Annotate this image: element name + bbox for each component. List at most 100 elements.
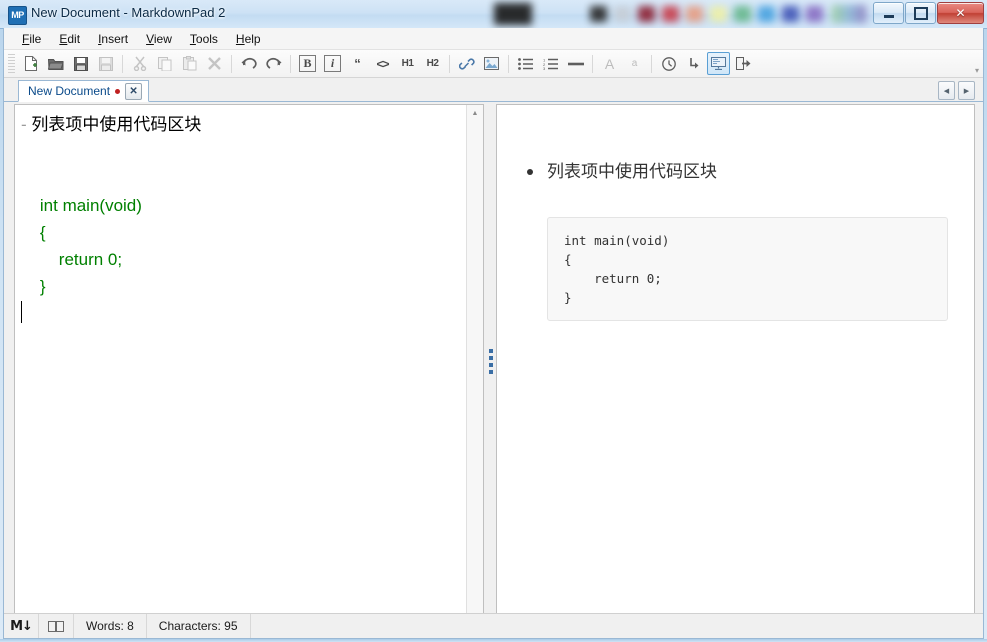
insert-image-button[interactable] [480, 52, 503, 75]
text-caret [21, 301, 22, 323]
blockquote-button[interactable]: “ [346, 52, 369, 75]
svg-text:3: 3 [543, 66, 546, 70]
tab-close-icon[interactable]: ✕ [125, 82, 143, 100]
menu-rest-file: ile [29, 31, 42, 46]
live-preview-button[interactable] [707, 52, 730, 75]
menu-rest-insert: nsert [101, 31, 129, 46]
restore-button[interactable] [905, 2, 936, 24]
save-button[interactable] [69, 52, 92, 75]
editor-line-4: { [21, 223, 46, 242]
menu-item-help[interactable]: Help [227, 29, 270, 49]
decrease-font-icon: a [631, 58, 638, 69]
insert-link-button[interactable] [455, 52, 478, 75]
editor-line-3: int main(void) [21, 196, 142, 215]
pane-splitter[interactable] [486, 104, 496, 632]
toolbar-separator-4 [449, 54, 450, 73]
chevron-right-icon: ▶ [963, 87, 970, 95]
editor-scrollbar[interactable]: ▲ ▼ [466, 105, 483, 631]
bold-button[interactable]: B [296, 52, 319, 75]
chevron-left-icon: ◀ [943, 87, 950, 95]
inline-code-button[interactable]: <> [371, 52, 394, 75]
live-preview-pane[interactable]: 列表项中使用代码区块 int main(void) { return 0; } [496, 104, 975, 632]
menu-rest-view: iew [153, 31, 172, 46]
swatch-4 [686, 6, 703, 22]
bullet-icon [527, 169, 533, 175]
insert-time-button[interactable] [657, 52, 680, 75]
toolbar-overflow-button[interactable]: ▾ [975, 66, 979, 75]
menu-accel-help: H [235, 31, 245, 46]
decrease-font-button: a [623, 52, 646, 75]
editor-line-2 [21, 165, 463, 192]
heading2-button[interactable]: H2 [421, 52, 444, 75]
open-document-button[interactable] [44, 52, 67, 75]
delete-button [203, 52, 226, 75]
editor-text[interactable]: - 列表项中使用代码区块 int main(void) { return 0; … [21, 111, 463, 327]
undo-button[interactable] [237, 52, 260, 75]
redo-button[interactable] [262, 52, 285, 75]
splitter-grip-icon[interactable] [489, 349, 493, 374]
character-count-label: Characters: 95 [147, 614, 251, 638]
menu-item-insert[interactable]: Insert [89, 29, 137, 49]
bullet-list-button[interactable] [514, 52, 537, 75]
export-button[interactable] [732, 52, 755, 75]
toolbar-separator-5 [508, 54, 509, 73]
aero-glass-bleed [480, 0, 880, 28]
menu-item-file[interactable]: File [13, 29, 50, 49]
swatch-6 [734, 6, 751, 22]
bleed-dark-block [494, 3, 532, 25]
swatch-9 [806, 6, 823, 22]
cut-button [128, 52, 151, 75]
menu-item-view[interactable]: View [137, 29, 181, 49]
save-as-button [94, 52, 117, 75]
client-area: File Edit Insert View Tools Help B i “ <… [3, 28, 984, 639]
increase-font-icon: A [604, 55, 615, 72]
book-icon [47, 620, 64, 632]
bleed-tail-block [832, 5, 866, 23]
italic-icon: i [324, 55, 341, 72]
editor-line-0-text: 列表项中使用代码区块 [26, 115, 202, 134]
heading1-button[interactable]: H1 [396, 52, 419, 75]
scroll-up-icon[interactable]: ▲ [467, 105, 483, 122]
horizontal-rule-button[interactable] [564, 52, 587, 75]
minimize-button[interactable] [873, 2, 904, 24]
tab-scroll-left-button[interactable]: ◀ [938, 81, 955, 100]
close-icon: ✕ [955, 6, 966, 20]
bold-icon: B [299, 55, 316, 72]
status-bar: M↓ Words: 8 Characters: 95 [4, 613, 983, 638]
markdown-editor-pane[interactable]: - 列表项中使用代码区块 int main(void) { return 0; … [14, 104, 484, 632]
toolbar-grip[interactable] [8, 53, 15, 74]
close-button[interactable]: ✕ [937, 2, 984, 24]
window-controls: ✕ [872, 2, 984, 24]
new-document-button[interactable] [19, 52, 42, 75]
increase-font-button: A [598, 52, 621, 75]
editor-line-1 [21, 138, 463, 165]
toolbar-separator-1 [122, 54, 123, 73]
editor-line-5: return 0; [21, 250, 123, 269]
italic-button[interactable]: i [321, 52, 344, 75]
markdown-mode-button[interactable]: M↓ [4, 614, 39, 638]
document-tab[interactable]: New Document ✕ [18, 80, 150, 102]
splitter-dot-0 [489, 349, 493, 353]
word-wrap-button[interactable] [682, 52, 705, 75]
tab-navigation: ◀ ▶ [938, 81, 975, 100]
status-filler [251, 614, 984, 638]
swatch-7 [758, 6, 775, 22]
unsaved-indicator-icon [115, 88, 121, 94]
swatch-0 [590, 6, 607, 22]
numbered-list-button[interactable]: 123 [539, 52, 562, 75]
app-icon: MP [8, 6, 27, 25]
document-tab-label: New Document [28, 84, 111, 98]
reading-mode-button[interactable] [39, 614, 74, 638]
splitter-dot-3 [489, 370, 493, 374]
document-tab-strip: New Document ✕ ◀ ▶ [4, 78, 983, 102]
swatch-2 [638, 6, 655, 22]
bleed-color-swatches [590, 6, 823, 22]
menu-item-tools[interactable]: Tools [181, 29, 227, 49]
minimize-icon [874, 3, 903, 23]
menu-item-edit[interactable]: Edit [50, 29, 89, 49]
title-bar: MP New Document - MarkdownPad 2 ✕ [0, 0, 987, 29]
preview-code-block: int main(void) { return 0; } [547, 216, 948, 321]
tab-scroll-right-button[interactable]: ▶ [958, 81, 975, 100]
menu-accel-view: V [146, 31, 154, 46]
swatch-3 [662, 6, 679, 22]
